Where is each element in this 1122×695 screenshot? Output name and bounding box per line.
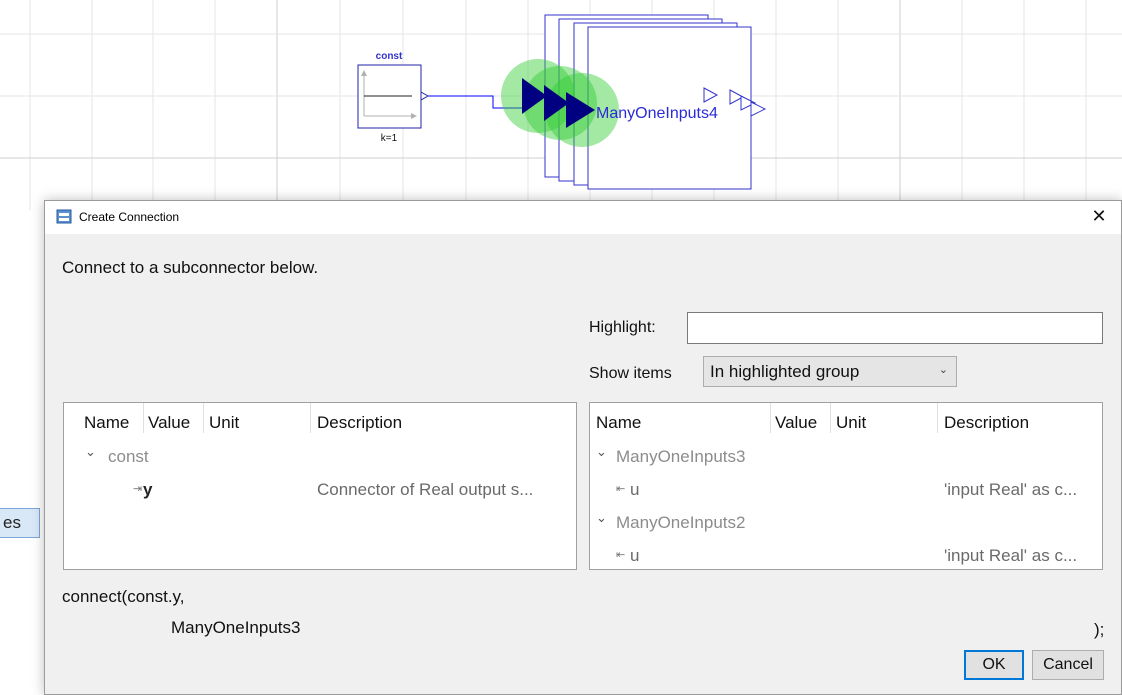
- tree-child-row[interactable]: ⇤ u 'input Real' as c...: [590, 541, 1102, 569]
- tree-group-row[interactable]: ⌄ ManyOneInputs3: [590, 441, 1102, 471]
- chevron-down-icon: ⌄: [596, 510, 607, 525]
- column-description[interactable]: Description: [317, 413, 402, 433]
- close-icon: ✕: [1091, 206, 1107, 226]
- tree-child-name: u: [630, 546, 640, 565]
- connect-statement-end: );: [1094, 620, 1105, 639]
- cancel-button[interactable]: Cancel: [1032, 650, 1104, 680]
- tree-child-description: 'input Real' as c...: [944, 480, 1078, 499]
- output-connector-icon[interactable]: [420, 91, 430, 101]
- output-connector-icon: ⇥: [122, 483, 143, 495]
- ok-button[interactable]: OK: [964, 650, 1024, 680]
- background-tab-label: es: [3, 513, 21, 532]
- chevron-down-icon: ⌄: [596, 444, 607, 459]
- const-block[interactable]: const k=1: [357, 51, 430, 144]
- tree-child-description: 'input Real' as c...: [944, 546, 1078, 565]
- column-description[interactable]: Description: [944, 413, 1029, 433]
- column-unit[interactable]: Unit: [209, 413, 239, 433]
- column-unit[interactable]: Unit: [836, 413, 866, 433]
- tree-group-label: const: [108, 447, 149, 466]
- chevron-down-icon: ⌄: [85, 444, 96, 459]
- dialog-title: Create Connection: [79, 210, 180, 224]
- column-name[interactable]: Name: [84, 413, 129, 433]
- window-icon: [56, 209, 72, 224]
- close-button[interactable]: ✕: [1077, 201, 1121, 234]
- target-block-name: ManyOneInputs4: [596, 105, 718, 122]
- show-items-value: In highlighted group: [710, 362, 860, 381]
- show-items-label: Show items: [589, 365, 672, 382]
- tree-child-name: y: [143, 480, 153, 499]
- column-value[interactable]: Value: [148, 413, 190, 433]
- input-connector-icon: ⇤: [616, 483, 626, 495]
- input-connector-icon: ⇤: [616, 549, 626, 561]
- connect-statement-line1: connect(const.y,: [62, 587, 185, 606]
- chevron-down-icon: ⌄: [938, 364, 948, 376]
- tree-child-row[interactable]: ⇤ u 'input Real' as c...: [590, 475, 1102, 505]
- tree-group-label: ManyOneInputs3: [616, 447, 746, 466]
- const-block-param: k=1: [381, 133, 398, 144]
- instruction-text: Connect to a subconnector below.: [62, 258, 319, 277]
- column-value[interactable]: Value: [775, 413, 817, 433]
- source-connector-tree[interactable]: Name Value Unit Description ⌄ const ⇥ y …: [63, 402, 577, 570]
- tree-child-name: u: [630, 480, 640, 499]
- tree-child-row[interactable]: ⇥ y Connector of Real output s...: [64, 475, 576, 505]
- connect-statement-line2: ManyOneInputs3: [171, 618, 301, 637]
- highlight-input[interactable]: [687, 312, 1103, 344]
- background-tab[interactable]: es: [0, 508, 40, 538]
- const-block-name: const: [376, 51, 403, 62]
- tree-group-row[interactable]: ⌄ const: [64, 441, 576, 471]
- highlight-label: Highlight:: [589, 319, 656, 336]
- show-items-select[interactable]: In highlighted group ⌄: [703, 356, 957, 387]
- dialog-titlebar[interactable]: Create Connection ✕: [45, 201, 1121, 234]
- tree-group-row[interactable]: ⌄ ManyOneInputs2: [590, 507, 1102, 537]
- tree-child-description: Connector of Real output s...: [317, 480, 534, 499]
- tree-group-label: ManyOneInputs2: [616, 513, 746, 532]
- column-name[interactable]: Name: [596, 413, 641, 433]
- create-connection-dialog: Create Connection ✕ Connect to a subconn…: [44, 200, 1122, 695]
- target-connector-tree[interactable]: Name Value Unit Description ⌄ ManyOneInp…: [589, 402, 1103, 570]
